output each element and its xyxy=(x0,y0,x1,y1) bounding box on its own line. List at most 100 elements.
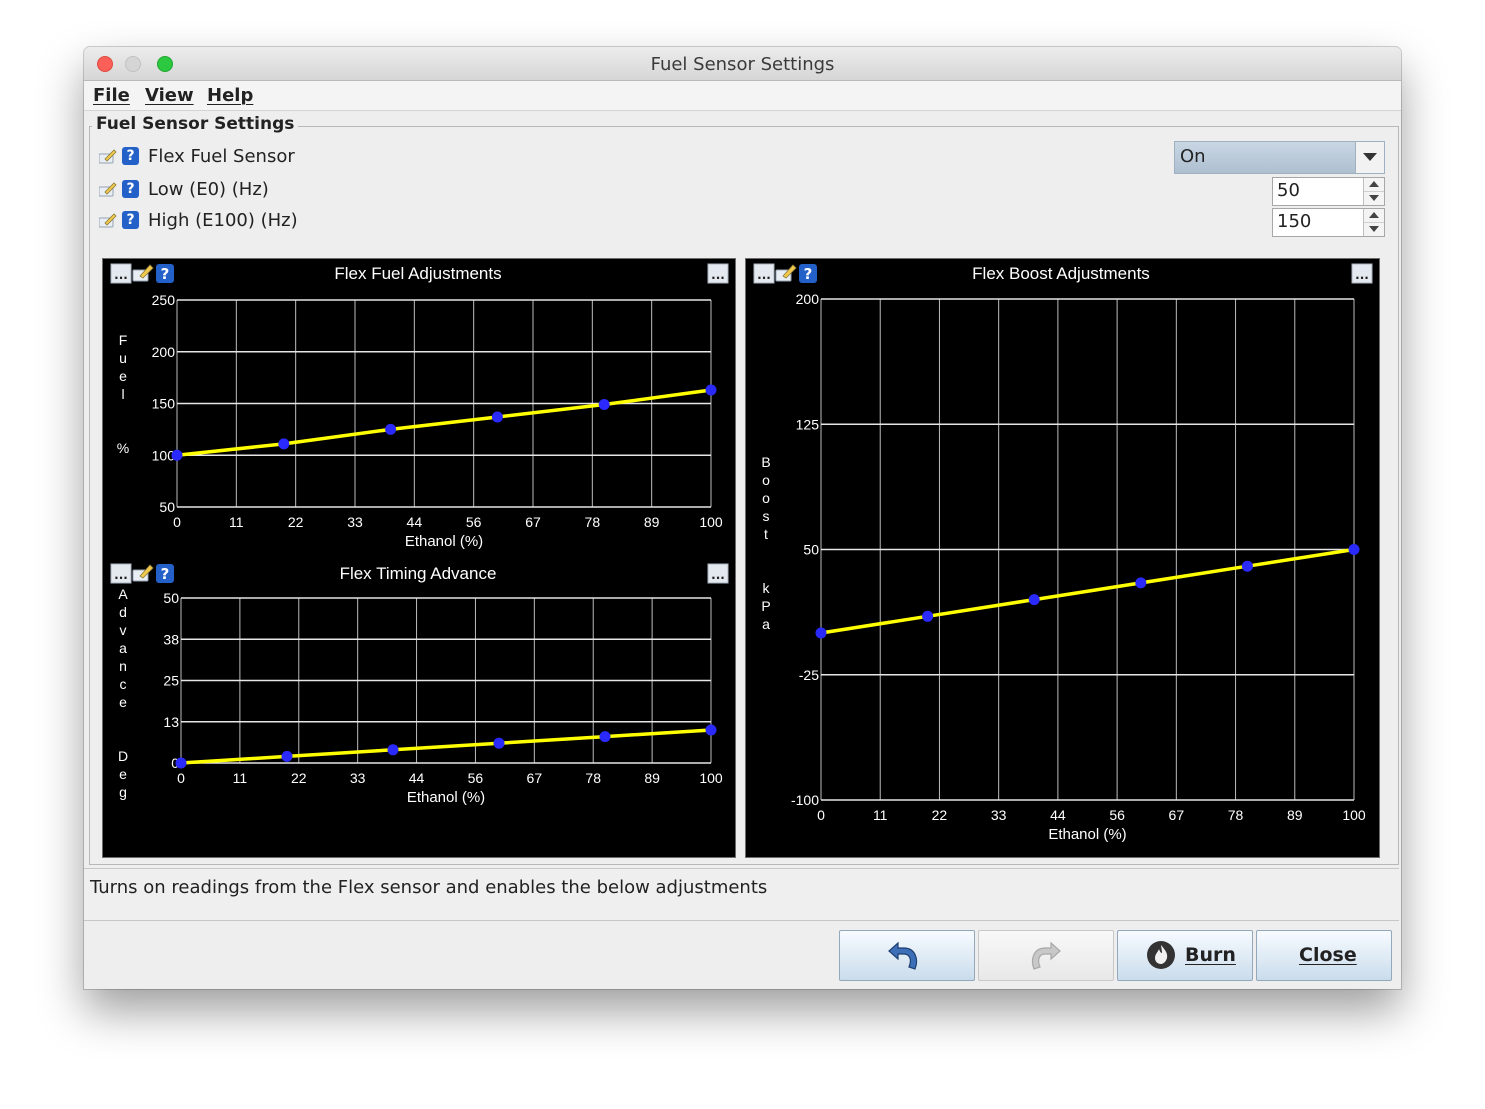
svg-text:...: ... xyxy=(114,268,128,282)
data-point[interactable] xyxy=(922,610,934,622)
flex-fuel-sensor-dropdown[interactable]: On xyxy=(1174,141,1385,174)
x-tick-label: 56 xyxy=(1109,807,1125,823)
data-point[interactable] xyxy=(385,423,397,435)
arrow-down-icon xyxy=(1369,195,1379,201)
spinner-up-button[interactable] xyxy=(1364,209,1384,223)
x-tick-label: 22 xyxy=(932,807,948,823)
menu-file[interactable]: File xyxy=(93,85,130,106)
menu-help[interactable]: Help xyxy=(207,85,253,106)
x-tick-label: 22 xyxy=(291,770,307,786)
more-icon[interactable]: ... xyxy=(753,263,775,284)
dropdown-button[interactable] xyxy=(1355,142,1384,173)
settings-window: Fuel Sensor Settings File View Help Fuel… xyxy=(84,47,1401,989)
x-tick-label: 44 xyxy=(407,514,423,530)
window-title: Fuel Sensor Settings xyxy=(650,54,835,75)
data-point[interactable] xyxy=(171,449,183,461)
low-e0-spinner[interactable]: 50 xyxy=(1272,177,1385,206)
series-line xyxy=(176,388,712,457)
undo-icon xyxy=(888,941,918,970)
spinner-value[interactable]: 50 xyxy=(1277,180,1300,201)
status-text: Turns on readings from the Flex sensor a… xyxy=(90,877,768,898)
x-tick-label: 11 xyxy=(229,514,244,530)
flex-boost-adjustments-chart[interactable]: ......? Flex Boost Adjustments 0 11 22 33 44 56… xyxy=(746,259,1379,857)
x-tick-label: 67 xyxy=(527,770,543,786)
data-point[interactable] xyxy=(705,724,717,736)
pencil-icon[interactable] xyxy=(775,264,797,282)
x-tick-label: 67 xyxy=(525,514,541,530)
y-tick-label: 50 xyxy=(803,542,819,558)
x-tick-label: 33 xyxy=(991,807,1007,823)
y-tick-label: 38 xyxy=(163,631,179,647)
arrow-down-icon xyxy=(1369,226,1379,232)
spinner-up-button[interactable] xyxy=(1364,178,1384,192)
status-bar: Turns on readings from the Flex sensor a… xyxy=(84,868,1399,921)
y-tick-label: 250 xyxy=(152,292,176,308)
more-icon[interactable]: ... xyxy=(110,563,132,584)
x-tick-label: 11 xyxy=(873,807,888,823)
y-tick-label: 200 xyxy=(152,344,176,360)
x-tick-label: 11 xyxy=(233,770,248,786)
svg-text:...: ... xyxy=(711,268,725,282)
menu-view[interactable]: View xyxy=(145,85,194,106)
setting-label: Low (E0) (Hz) xyxy=(148,179,269,200)
more-icon[interactable]: ... xyxy=(707,563,729,584)
data-point[interactable] xyxy=(1241,560,1253,572)
help-icon[interactable]: ? xyxy=(156,264,174,283)
data-point[interactable] xyxy=(1028,594,1040,606)
data-point[interactable] xyxy=(599,731,611,743)
flex-fuel-adjustments-chart[interactable]: ......? Flex Fuel Adjustments 0 11 22 33 44 56 6… xyxy=(103,259,735,559)
x-tick-label: 56 xyxy=(468,770,484,786)
redo-button[interactable] xyxy=(978,930,1114,981)
help-icon[interactable]: ? xyxy=(122,147,139,165)
help-icon[interactable]: ? xyxy=(156,564,174,583)
pencil-icon[interactable] xyxy=(99,149,117,164)
help-icon[interactable]: ? xyxy=(799,264,817,283)
help-icon[interactable]: ? xyxy=(122,211,139,229)
pencil-icon[interactable] xyxy=(99,213,117,228)
more-icon[interactable]: ... xyxy=(1351,263,1373,284)
spinner-down-button[interactable] xyxy=(1364,192,1384,205)
more-icon[interactable]: ... xyxy=(707,263,729,284)
data-point[interactable] xyxy=(175,757,187,769)
data-point[interactable] xyxy=(1135,577,1147,589)
pencil-icon[interactable] xyxy=(99,182,117,197)
group-title: Fuel Sensor Settings xyxy=(92,114,299,134)
data-point[interactable] xyxy=(493,737,505,749)
svg-text:?: ? xyxy=(804,265,813,283)
x-tick-label: 56 xyxy=(466,514,482,530)
spinner-value[interactable]: 150 xyxy=(1277,211,1311,232)
menu-bar: File View Help xyxy=(84,81,1401,111)
pencil-icon[interactable] xyxy=(132,264,154,282)
undo-button[interactable] xyxy=(839,930,975,981)
data-point[interactable] xyxy=(278,438,290,450)
x-tick-label: 78 xyxy=(585,770,601,786)
left-curve-panel: ......? Flex Fuel Adjustments 0 11 22 33 44 56 6… xyxy=(102,258,736,858)
chart-title: Flex Fuel Adjustments xyxy=(334,264,501,283)
data-point[interactable] xyxy=(387,744,399,756)
data-point[interactable] xyxy=(1348,544,1360,555)
x-tick-label: 33 xyxy=(347,514,363,530)
x-tick-label: 44 xyxy=(1050,807,1066,823)
x-tick-label: 33 xyxy=(350,770,366,786)
flex-timing-advance-chart[interactable]: ......? Flex Timing Advance 0 11 22 33 44 56 67 7… xyxy=(103,559,735,857)
pencil-icon[interactable] xyxy=(132,564,154,582)
close-button[interactable]: Close xyxy=(1256,930,1392,981)
data-point[interactable] xyxy=(491,411,503,423)
help-icon[interactable]: ? xyxy=(122,180,139,198)
y-tick-label: 25 xyxy=(163,673,179,689)
data-point[interactable] xyxy=(281,750,293,762)
flame-icon xyxy=(1147,941,1175,969)
x-tick-label: 22 xyxy=(288,514,304,530)
data-point[interactable] xyxy=(705,384,717,396)
x-tick-label: 78 xyxy=(585,514,601,530)
svg-text:?: ? xyxy=(161,265,170,283)
high-e100-spinner[interactable]: 150 xyxy=(1272,208,1385,237)
spinner-down-button[interactable] xyxy=(1364,223,1384,236)
x-tick-label: 100 xyxy=(699,514,723,530)
data-point[interactable] xyxy=(815,627,827,639)
more-icon[interactable]: ... xyxy=(110,263,132,284)
setting-label: High (E100) (Hz) xyxy=(148,210,298,231)
burn-button[interactable]: Burn xyxy=(1117,930,1253,981)
data-point[interactable] xyxy=(598,399,610,411)
y-tick-label: 125 xyxy=(796,416,820,432)
